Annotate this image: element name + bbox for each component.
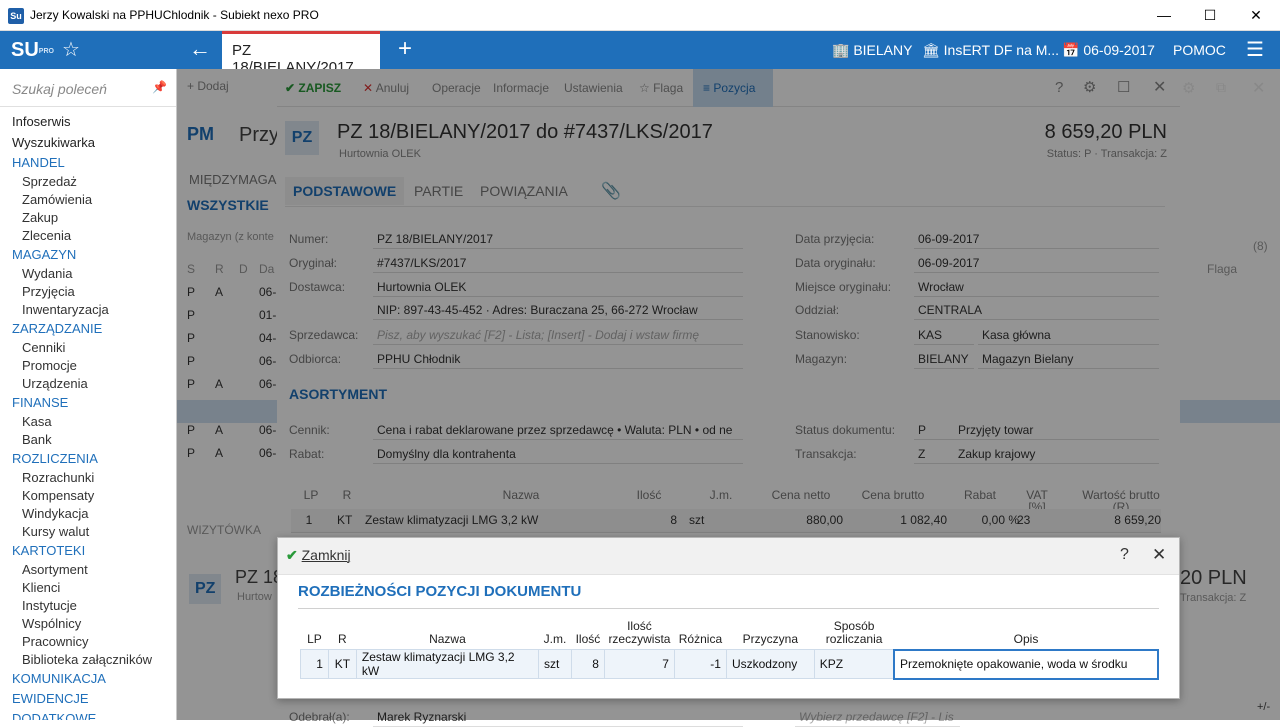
company-label: InsERT DF na M... (943, 42, 1060, 58)
sidebar-item[interactable]: Bank (0, 431, 176, 449)
sidebar-item[interactable]: Inwentaryzacja (0, 301, 176, 319)
branch-selector[interactable]: 🏢 BIELANY (832, 31, 912, 69)
company-selector[interactable]: 🏛 InsERT DF na M... (922, 31, 1059, 69)
sidebar-item[interactable]: Biblioteka załączników (0, 651, 176, 669)
dialog-col-header: J.m. (543, 632, 567, 646)
sidebar-item[interactable]: Przyjęcia (0, 283, 176, 301)
sidebar-nav: Infoserwis Wyszukiwarka HANDEL Sprzedaż Zamó… (0, 111, 176, 720)
dialog-col-header: Różnica (678, 632, 723, 646)
sidebar-item[interactable]: Wydania (0, 265, 176, 283)
outer-close-icon[interactable]: ✕ (1252, 78, 1265, 98)
dialog-col-header: Opis (1013, 631, 1039, 646)
back-arrow-icon[interactable]: ← (180, 31, 220, 69)
window-title: Jerzy Kowalski na PPHUChlodnik - Subiekt… (30, 8, 319, 22)
sidebar-group-heading[interactable]: FINANSE (0, 393, 176, 413)
sidebar-group-heading[interactable]: KARTOTEKI (0, 541, 176, 561)
command-search[interactable]: Szukaj poleceń 📌 (0, 69, 176, 107)
sidebar-group-heading[interactable]: ZARZĄDZANIE (0, 319, 176, 339)
sidebar-group-heading[interactable]: HANDEL (0, 153, 176, 173)
company-icon: 🏛 (922, 42, 940, 58)
sidebar-item[interactable]: Zlecenia (0, 227, 176, 245)
dialog-cell: KT (327, 649, 357, 679)
sidebar-item[interactable]: Rozrachunki (0, 469, 176, 487)
sidebar-item[interactable]: Kompensaty (0, 487, 176, 505)
sidebar-item[interactable]: Zamówienia (0, 191, 176, 209)
sidebar-item[interactable]: Urządzenia (0, 375, 176, 393)
outer-gear-icon[interactable]: ⚙ (1182, 79, 1195, 97)
app-icon: Su (8, 8, 24, 24)
close-window-button[interactable]: ✕ (1233, 0, 1279, 31)
sidebar-group-heading[interactable]: MAGAZYN (0, 245, 176, 265)
favorites-star-icon[interactable]: ☆ (50, 31, 92, 69)
dialog-col-header: Przyczyna (742, 632, 799, 646)
sidebar-item[interactable]: Zakup (0, 209, 176, 227)
dialog-help-icon[interactable]: ? (1120, 546, 1129, 564)
outer-restore-icon[interactable]: ⧉ (1216, 79, 1226, 96)
dialog-cell: 8 (570, 649, 605, 679)
window-titlebar: Su Jerzy Kowalski na PPHUChlodnik - Subi… (0, 0, 1280, 31)
dialog-col-header: Sposób rozliczania (825, 619, 883, 646)
dialog-toolbar: ✔ Zamknij ? ✕ (278, 538, 1179, 575)
sidebar-item[interactable]: Instytucje (0, 597, 176, 615)
sidebar-item[interactable]: Asortyment (0, 561, 176, 579)
dialog-cell: szt (538, 649, 572, 679)
sidebar-group-heading[interactable]: ROZLICZENIA (0, 449, 176, 469)
dialog-col-header: Nazwa (429, 632, 466, 646)
dialog-col-header: Ilość (575, 632, 601, 646)
sidebar-item[interactable]: Promocje (0, 357, 176, 375)
sidebar-item[interactable]: Windykacja (0, 505, 176, 523)
branch-label: BIELANY (853, 42, 913, 58)
dialog-col-header: Ilość rzeczywista (608, 619, 671, 646)
dialog-cell: 1 (300, 649, 329, 679)
sidebar-item[interactable]: Kasa (0, 413, 176, 431)
dialog-cell: Zestaw klimatyzacji LMG 3,2 kW (355, 649, 540, 679)
discrepancy-table: LP R Nazwa J.m. Ilość Ilość rzeczywista Różnic… (300, 620, 1160, 680)
minimize-button[interactable]: — (1141, 0, 1187, 31)
sidebar-item[interactable]: Pracownicy (0, 633, 176, 651)
dialog-cell: 7 (603, 649, 675, 679)
app-logo[interactable]: SUPRO (0, 31, 54, 69)
dialog-cell: Uszkodzony (725, 649, 815, 679)
check-icon: ✔ (286, 547, 298, 563)
tab-document[interactable]: PZ 18/BIELANY/2017 (222, 31, 380, 76)
sidebar-group-heading[interactable]: EWIDENCJE DODATKOWE (0, 689, 176, 720)
dialog-divider (298, 608, 1159, 609)
dialog-col-header: LP (307, 632, 322, 646)
sidebar-item[interactable]: Wspólnicy (0, 615, 176, 633)
sidebar-item-1[interactable]: Wyszukiwarka (0, 132, 176, 153)
sidebar-item-0[interactable]: Infoserwis (0, 111, 176, 132)
description-input[interactable]: Przemoknięte opakowanie, woda w środku (892, 648, 1160, 680)
pin-icon[interactable]: 📌 (152, 80, 167, 94)
sidebar-item[interactable]: Kursy walut (0, 523, 176, 541)
dialog-col-header: R (338, 632, 347, 646)
building-icon: 🏢 (832, 42, 850, 58)
outer-window-controls: ⚙ ⧉ ✕ (1180, 69, 1280, 107)
app-topbar: SUPRO ☆ ← PZ 18/BIELANY/2017 + 🏢 BIELANY… (0, 31, 1280, 76)
discrepancy-dialog: ✔ Zamknij ? ✕ ROZBIEŻNOŚCI POZYCJI DOKUM… (277, 537, 1180, 699)
date-selector[interactable]: 📅 06-09-2017 (1062, 31, 1155, 69)
calendar-icon: 📅 (1062, 42, 1080, 58)
sidebar-item[interactable]: Klienci (0, 579, 176, 597)
date-label: 06-09-2017 (1083, 42, 1155, 58)
sidebar-item[interactable]: Cenniki (0, 339, 176, 357)
sidebar: Szukaj poleceń 📌 Infoserwis Wyszukiwarka H… (0, 69, 177, 720)
hamburger-menu-icon[interactable]: ☰ (1246, 31, 1264, 69)
dialog-title: ROZBIEŻNOŚCI POZYCJI DOKUMENTU (298, 583, 582, 600)
sidebar-item[interactable]: Sprzedaż (0, 173, 176, 191)
close-dialog-button[interactable]: ✔ Zamknij (286, 547, 351, 564)
help-link[interactable]: POMOC (1173, 31, 1226, 69)
table-row[interactable]: 1 KT Zestaw klimatyzacji LMG 3,2 kW szt 8 7 -1… (300, 648, 1160, 680)
new-tab-plus-icon[interactable]: + (388, 31, 422, 69)
search-input[interactable]: Szukaj poleceń (12, 81, 107, 97)
dialog-close-icon[interactable]: ✕ (1152, 545, 1166, 565)
dialog-cell: -1 (673, 649, 727, 679)
dialog-cell: KPZ (813, 649, 895, 679)
discrepancy-header-row: LP R Nazwa J.m. Ilość Ilość rzeczywista Różnic… (301, 620, 1159, 650)
maximize-button[interactable]: ☐ (1187, 0, 1233, 31)
sidebar-group-heading[interactable]: KOMUNIKACJA (0, 669, 176, 689)
